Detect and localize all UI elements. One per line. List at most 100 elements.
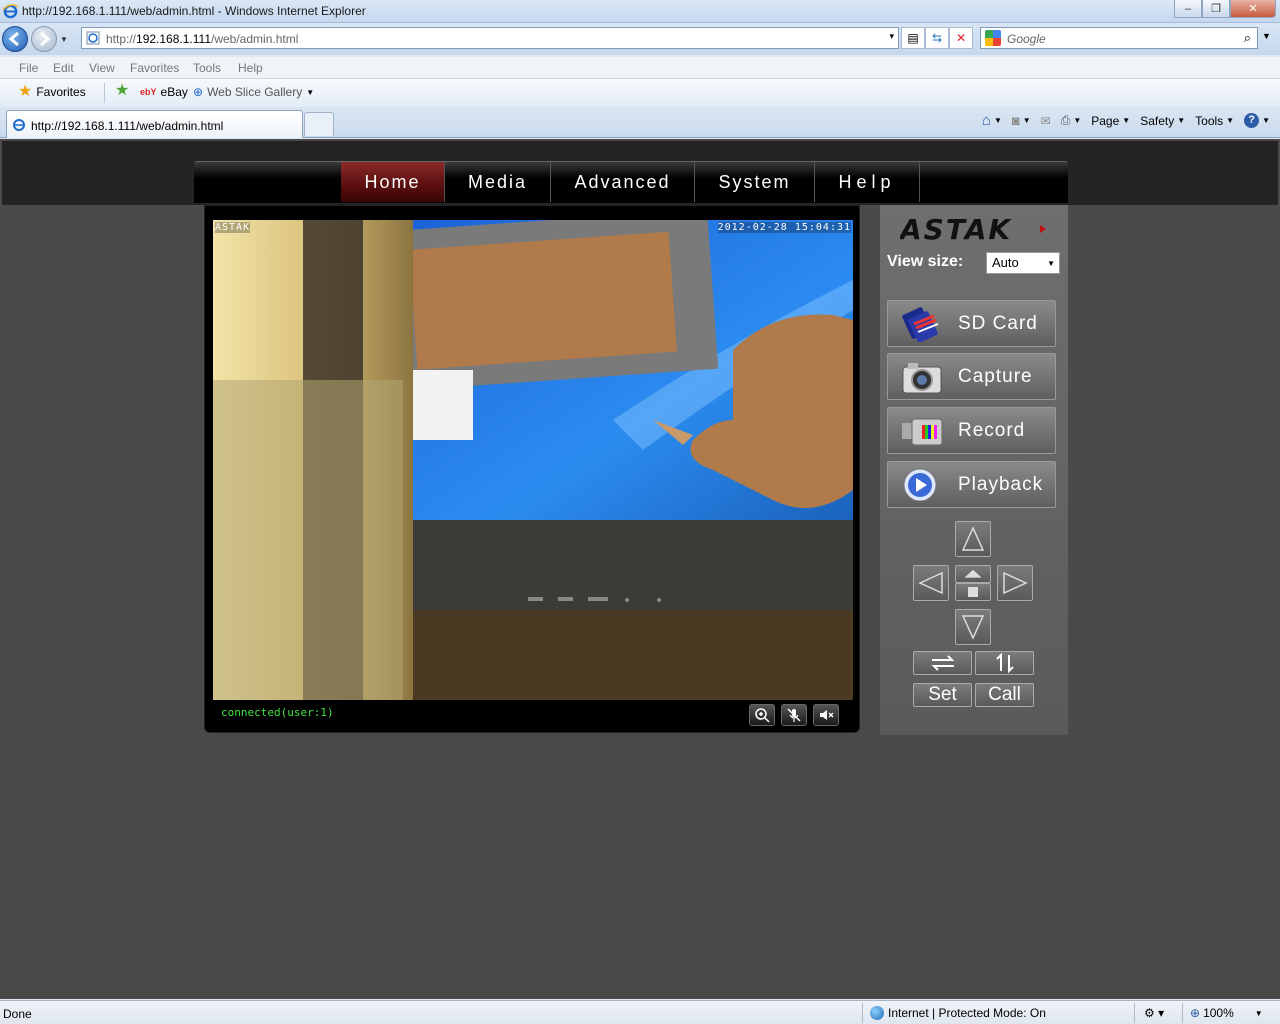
title-bar: http://192.168.1.111/web/admin.html - Wi… [0, 0, 1280, 23]
menu-favorites[interactable]: Favorites [130, 61, 179, 75]
new-tab-button[interactable] [304, 112, 334, 136]
stop-button[interactable]: ✕ [949, 27, 973, 49]
rss-icon: ◙ [1011, 113, 1020, 128]
menu-help[interactable]: Help [238, 61, 263, 75]
ie-logo-icon [3, 4, 18, 19]
play-icon [903, 468, 937, 502]
nav-tab-system[interactable]: System [695, 162, 815, 202]
favorites-button[interactable]: ★ Favorites [18, 84, 86, 100]
tab-page-icon [13, 119, 25, 131]
home-icon: ⌂ [981, 112, 991, 129]
view-size-label: View size: [887, 253, 964, 270]
forward-button[interactable] [31, 26, 57, 52]
compat-icon: ▤ [907, 31, 919, 45]
add-favorites-button[interactable]: ★ [115, 82, 130, 99]
security-zone-label: Internet | Protected Mode: On [888, 1006, 1046, 1020]
playback-button[interactable]: Playback [887, 461, 1056, 508]
recent-pages-dropdown[interactable]: ▼ [60, 35, 70, 45]
search-options-dropdown[interactable]: ▼ [1262, 31, 1271, 41]
magnifier-icon: ⊕ [1190, 1006, 1201, 1020]
menu-edit[interactable]: Edit [53, 61, 74, 75]
read-mail-button[interactable]: ✉ [1041, 114, 1051, 128]
help-menu[interactable]: ? ▼ [1244, 113, 1270, 128]
preset-call-button[interactable]: Call [975, 683, 1034, 707]
menu-view[interactable]: View [89, 61, 115, 75]
mail-icon: ✉ [1040, 113, 1051, 128]
vertical-patrol-button[interactable] [975, 651, 1034, 675]
print-button[interactable]: ⎙ ▼ [1061, 113, 1082, 128]
home-button[interactable]: ⌂ ▼ [982, 112, 1002, 129]
refresh-button[interactable]: ⇆ [925, 27, 949, 49]
security-zone[interactable]: Internet | Protected Mode: On [870, 1006, 1046, 1020]
control-panel: ASTAK View size: Auto ▼ SD Card Capture … [880, 205, 1068, 735]
browser-tab[interactable]: http://192.168.1.111/web/admin.html [6, 110, 303, 138]
window-title: http://192.168.1.111/web/admin.html - Wi… [22, 4, 366, 18]
pan-up-button[interactable] [955, 521, 991, 557]
address-bar[interactable]: http://192.168.1.111/web/admin.html ▾ [81, 27, 899, 49]
camera-video[interactable]: ASTAK 2012-02-28 15:04:31 [213, 220, 853, 700]
pan-left-button[interactable] [913, 565, 949, 601]
google-icon [985, 30, 1001, 46]
address-row: ▼ http://192.168.1.111/web/admin.html ▾ … [0, 23, 1280, 55]
nav-tab-advanced[interactable]: Advanced [551, 162, 695, 202]
ebay-label: eBay [160, 85, 188, 99]
view-size-value: Auto [992, 255, 1019, 270]
menu-file[interactable]: File [19, 61, 38, 75]
sd-card-icon [902, 307, 939, 342]
popup-blocker-icon[interactable]: ⚙ ▾ [1144, 1006, 1164, 1020]
horizontal-patrol-button[interactable] [913, 651, 972, 675]
address-dropdown-icon[interactable]: ▾ [889, 31, 894, 42]
pan-right-button[interactable] [997, 565, 1033, 601]
pan-down-button[interactable] [955, 609, 991, 645]
main-nav: Home Media Advanced System Help [194, 161, 1068, 203]
minimize-button[interactable]: – [1174, 0, 1202, 18]
speaker-mute-button[interactable] [813, 704, 839, 726]
favorites-label: Favorites [36, 85, 86, 99]
astak-logo: ASTAK [900, 215, 1046, 243]
pan-home-button[interactable] [955, 565, 991, 583]
nav-tab-help[interactable]: Help [815, 162, 920, 202]
help-icon: ? [1244, 113, 1260, 128]
sd-card-button[interactable]: SD Card [887, 300, 1056, 347]
close-window-button[interactable]: ✕ [1230, 0, 1276, 18]
page-menu[interactable]: Page ▼ [1091, 114, 1130, 128]
feeds-button[interactable]: ◙ ▼ [1012, 113, 1031, 128]
search-box[interactable]: Google ⌕ [980, 27, 1258, 49]
record-button[interactable]: Record [887, 407, 1056, 454]
search-icon[interactable]: ⌕ [1244, 30, 1251, 46]
arrow-right-icon [1003, 571, 1028, 595]
video-osd-brand: ASTAK [215, 222, 251, 233]
favorites-separator [104, 83, 105, 103]
zoom-level-control[interactable]: ⊕ 100% ▼ [1190, 1006, 1263, 1020]
mic-mute-button[interactable] [781, 704, 807, 726]
brand-logo-text: ASTAK [900, 215, 1012, 243]
compatibility-view-button[interactable]: ▤ [901, 27, 925, 49]
capture-label: Capture [958, 366, 1033, 387]
digital-zoom-button[interactable] [749, 704, 775, 726]
stop-icon: ✕ [955, 31, 967, 45]
add-to-favorites-icon: ★ [115, 82, 130, 99]
forward-arrow-icon [40, 31, 51, 47]
favorite-link-ebay[interactable]: ebY eBay [140, 85, 188, 99]
favorites-bar: ★ Favorites ★ ebY eBay ⊕ Web Slice Galle… [0, 79, 1280, 107]
status-divider [1134, 1003, 1135, 1023]
command-bar: ⌂ ▼ ◙ ▼ ✉ ⎙ ▼ Page ▼ Safety ▼ Tools ▼ ? ▼ [982, 112, 1270, 129]
tools-menu[interactable]: Tools ▼ [1195, 114, 1234, 128]
back-arrow-icon [8, 31, 19, 47]
menu-tools[interactable]: Tools [193, 61, 221, 75]
preset-set-button[interactable]: Set [913, 683, 972, 707]
maximize-button[interactable]: ❐ [1202, 0, 1230, 18]
safety-menu[interactable]: Safety ▼ [1140, 114, 1185, 128]
chevron-down-icon: ▼ [1047, 259, 1055, 268]
camera-video-frame [213, 220, 853, 700]
tab-row: http://192.168.1.111/web/admin.html ⌂ ▼ ◙… [0, 107, 1280, 138]
nav-tab-home[interactable]: Home [341, 162, 445, 202]
pan-stop-button[interactable] [955, 583, 991, 601]
nav-tab-media[interactable]: Media [445, 162, 551, 202]
capture-button[interactable]: Capture [887, 353, 1056, 400]
back-button[interactable] [2, 26, 28, 52]
favorite-link-web-slice-gallery[interactable]: ⊕ Web Slice Gallery ▼ [193, 85, 314, 99]
print-icon: ⎙ [1060, 113, 1071, 127]
vertical-swap-icon [995, 653, 1014, 673]
view-size-select[interactable]: Auto ▼ [986, 252, 1060, 274]
